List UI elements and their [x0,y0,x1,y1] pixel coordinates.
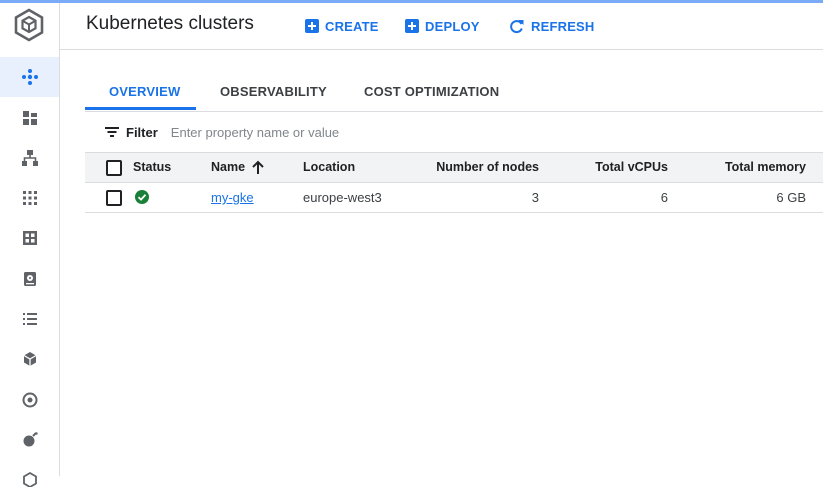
cluster-location: europe-west3 [303,190,382,205]
column-header-total-memory[interactable]: Total memory [695,153,806,182]
refresh-icon [510,19,524,33]
refresh-button[interactable]: REFRESH [508,16,595,36]
marketplace-icon [23,432,38,447]
config-icon [22,392,37,408]
clusters-table: Status Name Location Number of nodes Tot… [85,152,823,213]
cluster-vcpus: 6 [660,190,668,205]
deploy-button-label: DEPLOY [425,18,480,34]
tab-bar: OVERVIEW OBSERVABILITY COST OPTIMIZATION [85,78,823,112]
cluster-node-count: 3 [531,190,539,205]
migrate-icon [23,352,36,366]
add-box-icon [305,19,319,33]
sidebar-item-clusters[interactable] [0,57,59,97]
row-checkbox[interactable] [106,190,122,206]
services-icon [21,150,38,166]
column-header-name[interactable]: Name [211,153,245,182]
tab-overview[interactable]: OVERVIEW [109,84,180,99]
add-box-icon [405,19,419,33]
clusters-icon [21,69,38,85]
sidebar-item-services[interactable] [0,138,59,178]
table-row: my-gke europe-west3 3 6 6 GB [85,183,823,213]
more-icon [22,471,37,487]
status-ok-icon [135,190,149,204]
secrets-icon [22,231,37,245]
column-header-status[interactable]: Status [133,153,171,182]
sidebar-item-apps[interactable] [0,178,59,218]
create-button-label: CREATE [325,18,379,34]
deploy-button[interactable]: DEPLOY [405,16,480,36]
sidebar-item-storage[interactable] [0,259,59,299]
create-button[interactable]: CREATE [305,16,379,36]
column-header-total-vcpus[interactable]: Total vCPUs [565,153,668,182]
workloads-icon [22,111,37,125]
page-header: Kubernetes clusters CREATE DEPLOY REFRES… [60,3,823,50]
tab-cost-optimization[interactable]: COST OPTIMIZATION [364,84,499,99]
sidebar-item-more[interactable] [0,458,59,498]
sidebar-item-object-browser[interactable] [0,299,59,339]
apps-icon [22,191,37,205]
storage-icon [23,272,36,286]
filter-bar: Filter [105,122,471,142]
refresh-button-label: REFRESH [531,18,595,34]
sort-arrow-up-icon[interactable] [251,160,265,175]
sidebar-item-secrets[interactable] [0,218,59,258]
object-browser-icon [22,313,37,325]
page-title: Kubernetes clusters [86,13,254,34]
table-header: Status Name Location Number of nodes Tot… [85,152,823,183]
filter-label: Filter [126,124,158,140]
sidebar-item-migrate[interactable] [0,339,59,379]
cluster-memory: 6 GB [776,190,806,205]
column-header-location[interactable]: Location [303,153,355,182]
tab-observability[interactable]: OBSERVABILITY [220,84,327,99]
filter-input[interactable] [170,124,471,140]
sidebar-item-workloads[interactable] [0,98,59,138]
sidebar-item-config[interactable] [0,380,59,420]
sidebar [0,3,60,487]
filter-icon[interactable] [105,126,119,138]
active-tab-indicator [85,107,196,110]
column-header-number-of-nodes[interactable]: Number of nodes [415,153,539,182]
sidebar-item-marketplace[interactable] [0,420,59,460]
select-all-checkbox[interactable] [106,160,122,176]
cluster-name-link[interactable]: my-gke [211,190,254,205]
gke-logo-icon[interactable] [12,8,46,42]
